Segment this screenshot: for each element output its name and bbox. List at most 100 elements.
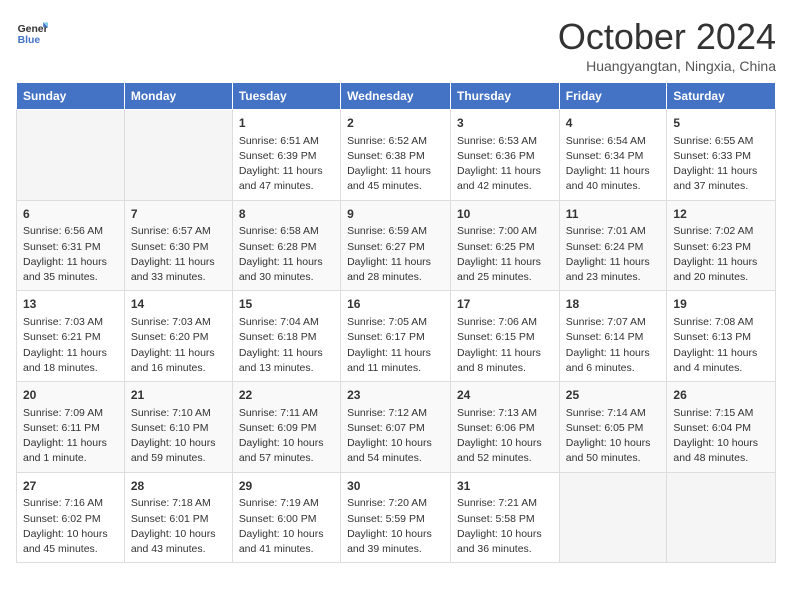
day-number: 5: [673, 115, 769, 132]
day-info: Sunrise: 6:54 AM: [566, 134, 661, 149]
day-number: 9: [347, 206, 444, 223]
day-info: Daylight: 10 hours and 43 minutes.: [131, 527, 226, 557]
calendar-cell: 23 Sunrise: 7:12 AMSunset: 6:07 PMDayligh…: [341, 382, 451, 473]
calendar-cell: 18Sunrise: 7:07 AMSunset: 6:14 PMDayligh…: [559, 291, 667, 382]
day-info: Daylight: 10 hours and 36 minutes.: [457, 527, 553, 557]
day-info: Daylight: 11 hours and 20 minutes.: [673, 255, 769, 285]
day-info: Sunrise: 7:04 AM: [239, 315, 334, 330]
day-info: Sunrise: 7:10 AM: [131, 406, 226, 421]
day-info: Daylight: 11 hours and 16 minutes.: [131, 346, 226, 376]
day-number: 7: [131, 206, 226, 223]
day-info: Sunrise: 7:12 AM: [347, 406, 444, 421]
day-number: 16: [347, 296, 444, 313]
day-info: Sunrise: 6:58 AM: [239, 224, 334, 239]
day-info: Sunrise: 7:03 AM: [23, 315, 118, 330]
day-header-sunday: Sunday: [17, 83, 125, 110]
day-info: Daylight: 11 hours and 11 minutes.: [347, 346, 444, 376]
day-number: 15: [239, 296, 334, 313]
day-number: 22: [239, 387, 334, 404]
calendar-cell: 25Sunrise: 7:14 AMSunset: 6:05 PMDayligh…: [559, 382, 667, 473]
day-info: Sunset: 6:25 PM: [457, 240, 553, 255]
day-header-wednesday: Wednesday: [341, 83, 451, 110]
logo: General Blue: [16, 16, 48, 48]
day-info: Sunset: 6:17 PM: [347, 330, 444, 345]
day-info: Sunrise: 6:57 AM: [131, 224, 226, 239]
day-info: Daylight: 11 hours and 28 minutes.: [347, 255, 444, 285]
day-info: Sunrise: 6:59 AM: [347, 224, 444, 239]
day-info: Sunset: 6:15 PM: [457, 330, 553, 345]
month-title: October 2024: [558, 16, 776, 58]
day-number: 14: [131, 296, 226, 313]
day-info: Sunrise: 7:11 AM: [239, 406, 334, 421]
calendar-cell: 28Sunrise: 7:18 AMSunset: 6:01 PMDayligh…: [124, 472, 232, 563]
day-info: Sunrise: 6:52 AM: [347, 134, 444, 149]
day-info: Sunrise: 7:16 AM: [23, 496, 118, 511]
day-info: Sunset: 6:18 PM: [239, 330, 334, 345]
calendar-cell: 15 Sunrise: 7:04 AMSunset: 6:18 PMDayligh…: [232, 291, 340, 382]
calendar-cell: 22 Sunrise: 7:11 AMSunset: 6:09 PMDayligh…: [232, 382, 340, 473]
day-info: Sunrise: 7:01 AM: [566, 224, 661, 239]
day-info: Sunrise: 7:19 AM: [239, 496, 334, 511]
calendar-cell: 26Sunrise: 7:15 AMSunset: 6:04 PMDayligh…: [667, 382, 776, 473]
day-info: Sunset: 6:09 PM: [239, 421, 334, 436]
day-number: 20: [23, 387, 118, 404]
day-info: Daylight: 11 hours and 47 minutes.: [239, 164, 334, 194]
week-row: 1Sunrise: 6:51 AMSunset: 6:39 PMDaylight…: [17, 110, 776, 201]
day-info: Sunset: 6:02 PM: [23, 512, 118, 527]
calendar-cell: 16Sunrise: 7:05 AMSunset: 6:17 PMDayligh…: [341, 291, 451, 382]
day-info: Daylight: 10 hours and 54 minutes.: [347, 436, 444, 466]
day-info: Daylight: 11 hours and 13 minutes.: [239, 346, 334, 376]
day-info: Sunrise: 7:09 AM: [23, 406, 118, 421]
day-number: 27: [23, 478, 118, 495]
calendar-header-row: SundayMondayTuesdayWednesdayThursdayFrid…: [17, 83, 776, 110]
day-info: Daylight: 11 hours and 1 minute.: [23, 436, 118, 466]
calendar-cell: 21Sunrise: 7:10 AMSunset: 6:10 PMDayligh…: [124, 382, 232, 473]
calendar-cell: 9Sunrise: 6:59 AMSunset: 6:27 PMDaylight…: [341, 200, 451, 291]
calendar-cell: 1Sunrise: 6:51 AMSunset: 6:39 PMDaylight…: [232, 110, 340, 201]
day-number: 30: [347, 478, 444, 495]
calendar-cell: 8Sunrise: 6:58 AMSunset: 6:28 PMDaylight…: [232, 200, 340, 291]
day-header-thursday: Thursday: [451, 83, 560, 110]
day-info: Sunset: 6:01 PM: [131, 512, 226, 527]
calendar-cell: 7Sunrise: 6:57 AMSunset: 6:30 PMDaylight…: [124, 200, 232, 291]
location-subtitle: Huangyangtan, Ningxia, China: [558, 58, 776, 74]
day-info: Daylight: 11 hours and 33 minutes.: [131, 255, 226, 285]
week-row: 13Sunrise: 7:03 AMSunset: 6:21 PMDayligh…: [17, 291, 776, 382]
svg-text:Blue: Blue: [18, 35, 41, 46]
day-info: Sunrise: 7:03 AM: [131, 315, 226, 330]
week-row: 20Sunrise: 7:09 AMSunset: 6:11 PMDayligh…: [17, 382, 776, 473]
day-info: Sunset: 6:38 PM: [347, 149, 444, 164]
day-info: Sunset: 6:07 PM: [347, 421, 444, 436]
day-number: 1: [239, 115, 334, 132]
day-info: Daylight: 11 hours and 42 minutes.: [457, 164, 553, 194]
calendar-cell: [667, 472, 776, 563]
day-number: 24: [457, 387, 553, 404]
day-number: 29: [239, 478, 334, 495]
day-info: Daylight: 10 hours and 52 minutes.: [457, 436, 553, 466]
calendar-cell: 20Sunrise: 7:09 AMSunset: 6:11 PMDayligh…: [17, 382, 125, 473]
day-number: 3: [457, 115, 553, 132]
day-info: Sunset: 6:14 PM: [566, 330, 661, 345]
calendar-cell: 10Sunrise: 7:00 AMSunset: 6:25 PMDayligh…: [451, 200, 560, 291]
day-info: Daylight: 10 hours and 59 minutes.: [131, 436, 226, 466]
calendar-cell: 2Sunrise: 6:52 AMSunset: 6:38 PMDaylight…: [341, 110, 451, 201]
day-number: 4: [566, 115, 661, 132]
calendar-cell: 29Sunrise: 7:19 AMSunset: 6:00 PMDayligh…: [232, 472, 340, 563]
day-info: Sunrise: 7:13 AM: [457, 406, 553, 421]
calendar-cell: [17, 110, 125, 201]
day-info: Daylight: 10 hours and 57 minutes.: [239, 436, 334, 466]
day-number: 2: [347, 115, 444, 132]
day-info: Sunset: 6:23 PM: [673, 240, 769, 255]
calendar-cell: 27Sunrise: 7:16 AMSunset: 6:02 PMDayligh…: [17, 472, 125, 563]
day-info: Sunset: 6:34 PM: [566, 149, 661, 164]
logo-icon: General Blue: [16, 16, 48, 48]
calendar-cell: 4Sunrise: 6:54 AMSunset: 6:34 PMDaylight…: [559, 110, 667, 201]
day-info: Sunset: 6:06 PM: [457, 421, 553, 436]
day-number: 28: [131, 478, 226, 495]
calendar-cell: 30Sunrise: 7:20 AMSunset: 5:59 PMDayligh…: [341, 472, 451, 563]
calendar-table: SundayMondayTuesdayWednesdayThursdayFrid…: [16, 82, 776, 563]
week-row: 6Sunrise: 6:56 AMSunset: 6:31 PMDaylight…: [17, 200, 776, 291]
day-number: 19: [673, 296, 769, 313]
day-number: 23: [347, 387, 444, 404]
day-info: Daylight: 11 hours and 30 minutes.: [239, 255, 334, 285]
